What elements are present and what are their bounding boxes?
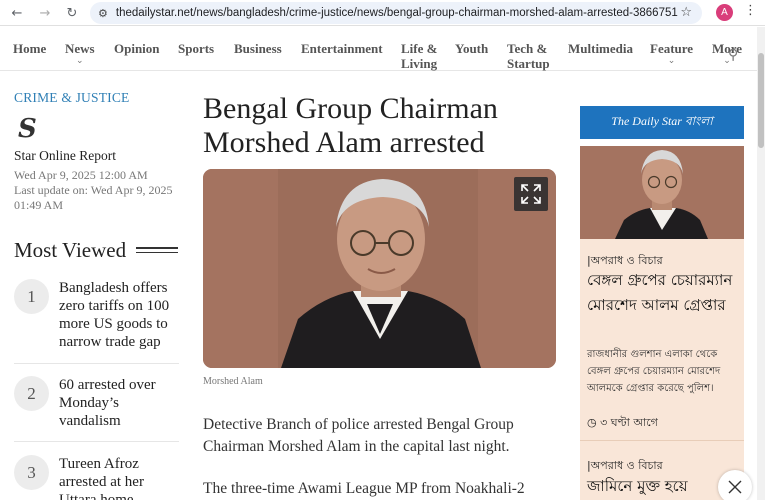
star-logo-icon: S	[18, 114, 37, 144]
bangla-headline[interactable]: জামিনে মুক্ত হয়ে	[587, 474, 739, 499]
bangla-headline[interactable]: বেঙ্গল গ্রুপের চেয়ারম্যান মোরশেদ আলম গ্…	[587, 268, 739, 318]
divider	[14, 363, 179, 364]
author-name[interactable]: Star Online Report	[14, 148, 116, 164]
photo-caption: Morshed Alam	[203, 376, 263, 387]
scrollbar-thumb[interactable]	[758, 53, 764, 148]
nav-item-entertainment[interactable]: Entertainment	[301, 41, 383, 56]
nav-item-sports[interactable]: Sports	[178, 41, 214, 56]
profile-avatar[interactable]: A	[716, 4, 733, 21]
chevron-down-icon: ⌄	[667, 56, 676, 66]
browser-menu-icon[interactable]: ⋮	[744, 3, 757, 18]
article-paragraph: Detective Branch of police arrested Beng…	[203, 416, 514, 455]
section-label[interactable]: CRIME & JUSTICE	[14, 90, 130, 106]
clock-icon: ◷	[587, 416, 597, 429]
most-viewed-link[interactable]: Bangladesh offers zero tariffs on 100 mo…	[59, 279, 184, 351]
bookmark-star-icon[interactable]: ☆	[680, 5, 692, 20]
expand-icon[interactable]	[514, 177, 548, 211]
nav-item-youth[interactable]: Youth	[455, 41, 488, 56]
site-info-icon[interactable]: ⚙	[98, 7, 108, 20]
portrait-illustration	[580, 146, 744, 239]
most-viewed-title: Most Viewed	[14, 238, 127, 262]
divider	[580, 440, 744, 441]
published-date: Wed Apr 9, 2025 12:00 AM	[14, 168, 148, 182]
close-icon[interactable]	[718, 470, 752, 500]
browser-toolbar: ← → ↻ ⚙ thedailystar.net/news/bangladesh…	[0, 0, 765, 26]
nav-item-tech-startup[interactable]: Tech & Startup	[507, 41, 550, 71]
forward-icon[interactable]: →	[34, 2, 56, 24]
chevron-down-icon: ⌄	[76, 56, 84, 66]
rank-badge: 1	[14, 279, 49, 314]
portrait-illustration	[203, 169, 556, 368]
nav-item-multimedia[interactable]: Multimedia	[568, 41, 633, 56]
bangla-time: ◷ ৩ ঘণ্টা আগে	[587, 416, 658, 429]
bangla-widget: |অপরাধ ও বিচার বেঙ্গল গ্রুপের চেয়ারম্যা…	[580, 146, 744, 500]
nav-item-life-living[interactable]: Life & Living	[401, 41, 437, 71]
nav-item-feature[interactable]: Feature ⌄	[650, 41, 693, 66]
back-icon[interactable]: ←	[6, 2, 28, 24]
search-icon[interactable]: ⚲	[728, 47, 738, 63]
nav-item-news[interactable]: News ⌄	[65, 41, 95, 66]
divider	[14, 441, 179, 442]
page-scrollbar[interactable]	[757, 27, 765, 500]
updated-date: Last update on: Wed Apr 9, 2025 01:49 AM	[14, 183, 173, 212]
url-text: thedailystar.net/news/bangladesh/crime-j…	[115, 7, 678, 19]
reload-icon[interactable]: ↻	[61, 2, 83, 24]
site-navigation: Home News ⌄ Opinion Sports Business Enter…	[0, 27, 757, 71]
most-viewed-link[interactable]: Tureen Afroz arrested at her Uttara home	[59, 455, 184, 500]
address-bar[interactable]: ⚙ thedailystar.net/news/bangladesh/crime…	[90, 2, 702, 24]
article-photo[interactable]	[203, 169, 556, 368]
bangla-widget-header[interactable]: The Daily Star বাংলা	[580, 106, 744, 139]
rank-badge: 2	[14, 376, 49, 411]
most-viewed-item[interactable]: 1 Bangladesh offers zero tariffs on 100 …	[14, 279, 179, 359]
bangla-summary: রাজধানীর গুলশান এলাকা থেকে বেঙ্গল গ্রুপে…	[587, 349, 721, 394]
nav-item-business[interactable]: Business	[234, 41, 282, 56]
article-dates: Wed Apr 9, 2025 12:00 AM Last update on:…	[14, 168, 189, 213]
most-viewed-item[interactable]: 3 Tureen Afroz arrested at her Uttara ho…	[14, 455, 179, 500]
most-viewed-item[interactable]: 2 60 arrested over Monday’s vandalism	[14, 376, 179, 436]
most-viewed-link[interactable]: 60 arrested over Monday’s vandalism	[59, 376, 184, 430]
bangla-photo[interactable]	[580, 146, 744, 239]
nav-item-opinion[interactable]: Opinion	[114, 41, 160, 56]
divider-lines	[136, 247, 178, 256]
rank-badge: 3	[14, 455, 49, 490]
article-headline: Bengal Group Chairman Morshed Alam arres…	[203, 92, 498, 159]
nav-item-home[interactable]: Home	[13, 41, 46, 56]
article-paragraph: The three-time Awami League MP from Noak…	[203, 480, 525, 497]
